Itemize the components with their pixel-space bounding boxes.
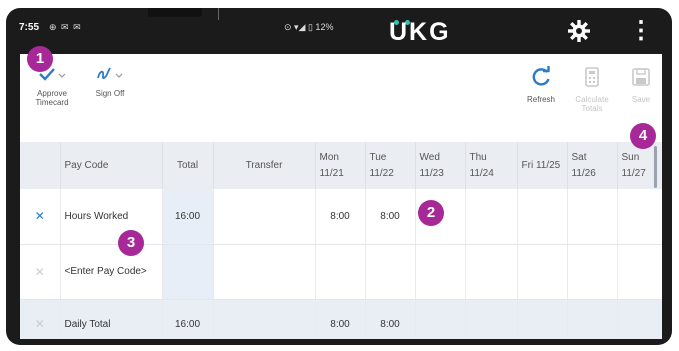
header-tue[interactable]: Tue 11/22 xyxy=(365,142,416,189)
daily-total-sat xyxy=(567,299,618,339)
daily-total-transfer xyxy=(213,299,316,339)
pay-code-cell[interactable]: Hours Worked xyxy=(60,189,163,245)
sat-hours-cell[interactable] xyxy=(567,189,618,245)
daily-total-mon: 8:00 xyxy=(315,299,366,339)
table-row: ✕ <Enter Pay Code> xyxy=(20,244,662,300)
daily-total-tue: 8:00 xyxy=(365,299,416,339)
header-wed-day: Wed xyxy=(419,151,440,163)
daily-total-sun xyxy=(617,299,662,339)
callout-badge-2: 2 xyxy=(418,200,444,226)
refresh-icon xyxy=(530,66,552,90)
sign-off-label: Sign Off xyxy=(95,89,125,98)
app-screen: Approve Timecard Sign Off Refresh Calcul… xyxy=(20,54,662,339)
refresh-button[interactable]: Refresh xyxy=(521,66,561,104)
header-fri[interactable]: Fri 11/25 xyxy=(517,142,568,189)
callout-badge-3: 3 xyxy=(118,230,144,256)
gear-icon[interactable] xyxy=(567,19,591,43)
daily-total-thu xyxy=(465,299,518,339)
more-options-icon[interactable]: ⋮ xyxy=(629,19,653,43)
status-time: 7:55 xyxy=(19,22,40,33)
header-wed-date: 11/23 xyxy=(419,167,444,179)
callout-badge-4: 4 xyxy=(630,123,656,149)
daily-total-sum: 16:00 xyxy=(162,299,214,339)
sat-hours-cell[interactable] xyxy=(567,244,618,300)
pay-code-cell[interactable]: <Enter Pay Code> xyxy=(60,244,163,300)
thu-hours-cell[interactable] xyxy=(465,189,518,245)
mon-hours-cell[interactable] xyxy=(315,244,366,300)
header-pay-code[interactable]: Pay Code xyxy=(60,142,163,189)
daily-total-wed xyxy=(415,299,466,339)
header-thu-day: Thu xyxy=(469,151,487,163)
tue-hours-cell[interactable] xyxy=(365,244,416,300)
calculate-totals-button[interactable]: Calculate Totals xyxy=(571,66,613,113)
fri-hours-cell[interactable] xyxy=(517,244,568,300)
thu-hours-cell[interactable] xyxy=(465,244,518,300)
vertical-scrollbar[interactable] xyxy=(654,146,657,188)
transfer-cell[interactable] xyxy=(213,189,316,245)
timecard-table: Pay Code Total Transfer Mon 11/21 Tue 11/2… xyxy=(20,142,662,339)
sign-off-button[interactable]: Sign Off xyxy=(90,66,130,98)
header-total[interactable]: Total xyxy=(162,142,214,189)
header-tue-day: Tue xyxy=(369,151,387,163)
total-cell: 16:00 xyxy=(162,189,214,245)
calculator-icon xyxy=(581,66,603,90)
header-sat-date: 11/26 xyxy=(571,167,596,179)
callout-badge-1: 1 xyxy=(27,46,53,72)
table-header-row: Pay Code Total Transfer Mon 11/21 Tue 11/2… xyxy=(20,142,662,189)
daily-total-row: ✕ Daily Total 16:00 8:00 8:00 xyxy=(20,299,662,339)
save-label: Save xyxy=(631,95,651,104)
daily-total-label: Daily Total xyxy=(60,299,163,339)
toolbar: Approve Timecard Sign Off Refresh Calcul… xyxy=(20,54,662,142)
save-button[interactable]: Save xyxy=(624,66,658,104)
system-icons: ⊙ ▾◢ ▯ 12% xyxy=(284,22,334,32)
header-mon-date: 11/21 xyxy=(319,167,344,179)
tue-hours-cell[interactable]: 8:00 xyxy=(365,189,416,245)
header-sat[interactable]: Sat 11/26 xyxy=(567,142,618,189)
header-thu[interactable]: Thu 11/24 xyxy=(465,142,518,189)
remove-row-button[interactable]: ✕ xyxy=(20,189,61,245)
transfer-cell[interactable] xyxy=(213,244,316,300)
camera-notch xyxy=(148,8,202,17)
remove-row-button[interactable]: ✕ xyxy=(20,244,61,300)
status-bar: 7:55 ⊕ ✉ ✉ ⊙ ▾◢ ▯ 12% UKG ⋮ xyxy=(6,8,672,54)
remove-row-button: ✕ xyxy=(20,299,61,339)
header-tue-date: 11/22 xyxy=(369,167,394,179)
daily-total-fri xyxy=(517,299,568,339)
header-remove xyxy=(20,142,61,189)
sun-hours-cell[interactable] xyxy=(617,244,662,300)
mon-hours-cell[interactable]: 8:00 xyxy=(315,189,366,245)
fri-hours-cell[interactable] xyxy=(517,189,568,245)
timecard-grid: Pay Code Total Transfer Mon 11/21 Tue 11/2… xyxy=(20,142,662,339)
header-sat-day: Sat xyxy=(571,151,587,163)
refresh-label: Refresh xyxy=(526,95,555,104)
ukg-logo: UKG xyxy=(389,18,451,46)
total-cell xyxy=(162,244,214,300)
signature-icon xyxy=(95,66,125,84)
header-mon-day: Mon xyxy=(319,151,339,163)
wed-hours-cell[interactable] xyxy=(415,244,466,300)
notification-icons: ⊕ ✉ ✉ xyxy=(49,22,82,32)
sun-hours-cell[interactable] xyxy=(617,189,662,245)
approve-timecard-label: Approve Timecard xyxy=(35,89,69,107)
approve-timecard-button[interactable]: Approve Timecard xyxy=(30,66,74,107)
save-icon xyxy=(630,66,652,90)
header-wed[interactable]: Wed 11/23 xyxy=(415,142,466,189)
header-transfer[interactable]: Transfer xyxy=(213,142,316,189)
header-mon[interactable]: Mon 11/21 xyxy=(315,142,366,189)
header-thu-date: 11/24 xyxy=(469,167,494,179)
tablet-frame: 7:55 ⊕ ✉ ✉ ⊙ ▾◢ ▯ 12% UKG ⋮ Approve Time… xyxy=(6,8,672,345)
calculate-totals-label: Calculate Totals xyxy=(575,95,609,113)
table-row: ✕ Hours Worked 16:00 8:00 8:00 xyxy=(20,189,662,245)
